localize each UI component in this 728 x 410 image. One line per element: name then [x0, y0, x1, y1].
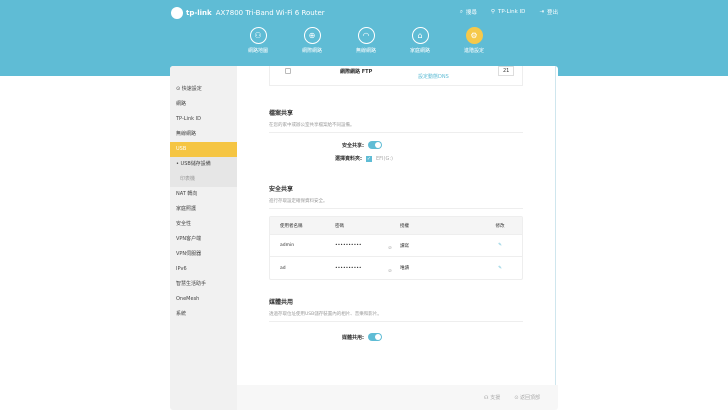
sidebar-item-smart-life[interactable]: 智慧生活助手: [170, 277, 237, 292]
col-password: 密碼: [335, 223, 344, 229]
support-button[interactable]: ☊ 支援: [484, 394, 500, 401]
media-label: 媒體共用:: [342, 334, 364, 341]
folder-checkbox[interactable]: ✓: [366, 155, 373, 162]
folder-label: 選擇資料夾:: [335, 156, 363, 162]
media-section: 媒體共用透過存取位址使用USB儲存裝置內的相片、音樂和影片。: [269, 297, 523, 322]
nav-label: 進階設定: [463, 48, 484, 54]
edit-icon[interactable]: ✎: [480, 266, 520, 271]
section-desc: 在您的家中或辦公室共享檔案給不同設備。: [269, 122, 523, 133]
globe-icon: ⊕: [303, 27, 321, 44]
sidebar-item-usb[interactable]: USB: [170, 142, 237, 157]
secure-share-label: 安全共享:: [342, 142, 364, 149]
logout-label: 登出: [546, 10, 558, 16]
sidebar-item-printer[interactable]: 印表機: [170, 172, 237, 187]
nav-label: 網路地圖: [247, 48, 268, 54]
network-map-icon: ⚇: [249, 27, 267, 44]
edit-icon[interactable]: ✎: [480, 243, 520, 248]
content: 網際網路 FTP 設定動態DNS 21 檔案共享在您的家中或辦公室共享檔案給不同…: [237, 66, 556, 385]
sidebar-item-wireless[interactable]: 無線網路: [170, 127, 237, 142]
secure-share-row: 安全共享:: [342, 141, 382, 149]
logout-icon: ⇥: [539, 9, 544, 15]
nav-advanced[interactable]: ⚙ 進階設定: [462, 27, 486, 54]
sidebar-item-network[interactable]: 網路: [170, 97, 237, 112]
tplink-id-label: TP-Link ID: [497, 9, 526, 15]
nav-label: 網際網路: [301, 48, 322, 54]
table-row: admin •••••••••• ⊘ 讀寫 ✎: [270, 235, 522, 257]
search-button[interactable]: ⌕ 搜尋: [459, 8, 477, 17]
logout-button[interactable]: ⇥ 登出: [539, 8, 558, 16]
header: tp-link AX7800 Tri-Band Wi-Fi 6 Router ⌕ 搜…: [0, 0, 728, 76]
gear-icon: ⚙: [465, 27, 483, 44]
user-icon: ⚲: [490, 9, 495, 15]
sidebar-item-ipv6[interactable]: IPv6: [170, 262, 237, 277]
cell-permission: 讀寫: [400, 243, 409, 249]
nav-network-map[interactable]: ⚇ 網路地圖: [246, 27, 270, 54]
secure-share-toggle[interactable]: [368, 141, 382, 149]
col-permission: 授權: [400, 223, 409, 229]
accounts-table: 使用者名稱 密碼 授權 修改 admin •••••••••• ⊘ 讀寫 ✎ ad ••••••…: [269, 216, 523, 280]
section-desc: 進行存取設定確保資料安全。: [269, 198, 523, 209]
cell-user: admin: [280, 243, 295, 248]
sidebar-item-usb-storage[interactable]: • USB儲存設備: [170, 157, 237, 172]
ddns-link[interactable]: 設定動態DNS: [418, 73, 449, 80]
wifi-icon: ◠: [357, 27, 375, 44]
section-title: 檔案共享: [269, 110, 294, 117]
col-edit: 修改: [495, 223, 505, 229]
nav-wireless[interactable]: ◠ 無線網路: [354, 27, 378, 54]
nav-label: 家庭網路: [409, 48, 430, 54]
footer: ☊ 支援 ⊙ 返回頂部: [237, 385, 558, 410]
sidebar-item-tplink-id[interactable]: TP-Link ID: [170, 112, 237, 127]
col-user: 使用者名稱: [280, 223, 303, 229]
sidebar-item-system[interactable]: 系統: [170, 307, 237, 322]
logo[interactable]: tp-link AX7800 Tri-Band Wi-Fi 6 Router: [171, 7, 325, 19]
file-share-section: 檔案共享在您的家中或辦公室共享檔案給不同設備。: [269, 108, 523, 133]
folder-row: 選擇資料夾: ✓ EFI(G:): [335, 155, 393, 162]
cell-permission: 唯讀: [400, 266, 409, 271]
section-title: 媒體共用: [269, 299, 294, 306]
media-toggle[interactable]: [368, 333, 382, 341]
sidebar-item-quick-setup[interactable]: ⊙ 快速設定: [170, 82, 237, 97]
ftp-row: 網際網路 FTP 設定動態DNS 21: [269, 66, 523, 86]
table-header: 使用者名稱 密碼 授權 修改: [270, 217, 522, 235]
main-card: ⊙ 快速設定 網路 TP-Link ID 無線網路 USB • USB儲存設備 …: [170, 66, 558, 410]
search-label: 搜尋: [465, 10, 477, 16]
sidebar-item-security[interactable]: 安全性: [170, 217, 237, 232]
folder-value: EFI(G:): [376, 155, 393, 162]
tplink-id-button[interactable]: ⚲ TP-Link ID: [491, 8, 525, 16]
ftp-checkbox[interactable]: [285, 68, 291, 74]
sidebar: ⊙ 快速設定 網路 TP-Link ID 無線網路 USB • USB儲存設備 …: [170, 66, 237, 410]
tplink-logo-icon: [171, 7, 183, 19]
sidebar-item-vpn-server[interactable]: VPN伺服器: [170, 247, 237, 262]
section-title: 安全共享: [269, 186, 294, 193]
media-row: 媒體共用:: [342, 333, 382, 341]
search-icon: ⌕: [459, 8, 463, 15]
nav-internet[interactable]: ⊕ 網際網路: [300, 27, 324, 54]
model-name: AX7800 Tri-Band Wi-Fi 6 Router: [215, 9, 325, 17]
cell-user: ad: [280, 265, 286, 271]
sidebar-item-onemesh[interactable]: OneMesh: [170, 292, 237, 307]
brand: tp-link: [186, 9, 212, 17]
sidebar-item-nat[interactable]: NAT 轉向: [170, 187, 237, 202]
back-to-top-button[interactable]: ⊙ 返回頂部: [514, 394, 540, 401]
nav-label: 無線網路: [355, 48, 376, 54]
ftp-label: 網際網路 FTP: [340, 69, 373, 75]
sidebar-item-vpn-client[interactable]: VPN客户端: [170, 232, 237, 247]
section-desc: 透過存取位址使用USB儲存裝置內的相片、音樂和影片。: [269, 311, 523, 322]
sidebar-item-homecare[interactable]: 家庭照護: [170, 202, 237, 217]
ftp-port-input[interactable]: 21: [498, 66, 515, 76]
nav-home-network[interactable]: ⌂ 家庭網路: [408, 27, 432, 54]
home-icon: ⌂: [411, 27, 429, 44]
table-row: ad •••••••••• ⊘ 唯讀 ✎: [270, 257, 522, 279]
secure-share-section: 安全共享進行存取設定確保資料安全。: [269, 184, 523, 209]
